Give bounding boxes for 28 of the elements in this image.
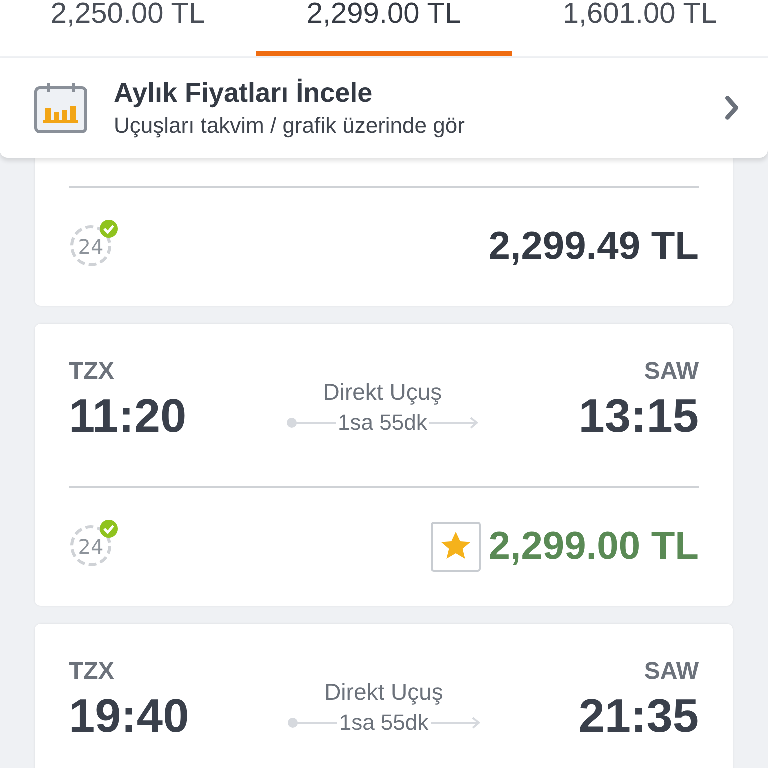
price-tab[interactable]: 1,601.00 TL <box>512 0 768 56</box>
flight-duration: 1sa 55dk <box>339 710 429 736</box>
destination-code: SAW <box>644 358 699 386</box>
flight-type: Direkt Uçuş <box>324 679 444 706</box>
price-tab[interactable]: 2,250.00 TL <box>0 0 256 56</box>
banner-subtitle: Uçuşları takvim / grafik üzerinde gör <box>114 112 466 138</box>
flight-price: 2,299.49 TL <box>488 225 699 269</box>
route-start-line <box>287 717 338 729</box>
arrival-time: 21:35 <box>578 688 699 744</box>
flight-card[interactable]: TZX 11:20 Direkt Uçuş 1sa 55dk SAW 13:15 24 2,299.00 TL <box>35 324 733 606</box>
flight-type: Direkt Uçuş <box>323 379 442 406</box>
departure-time: 11:20 <box>69 388 187 444</box>
arrival-time: 13:15 <box>578 388 699 444</box>
route-start-line <box>286 417 336 429</box>
origin-code: TZX <box>69 358 116 386</box>
route-arrow <box>430 717 481 729</box>
flight-price: 2,299.00 TL <box>488 525 699 569</box>
flight-card[interactable]: TZX 19:40 Direkt Uçuş 1sa 55dk SAW 21:35 <box>35 624 733 768</box>
destination-code: SAW <box>644 658 699 686</box>
flight-card[interactable]: 24 2,299.49 TL <box>35 158 733 306</box>
departure-time: 19:40 <box>69 688 190 744</box>
flight-duration: 1sa 55dk <box>338 410 428 436</box>
monthly-prices-banner[interactable]: Aylık Fiyatları İncele Uçuşları takvim / grafik üzerinde gör <box>0 58 768 158</box>
banner-title: Aylık Fiyatları İncele <box>114 78 374 108</box>
calendar-chart-icon <box>34 82 88 134</box>
route-arrow <box>429 417 480 429</box>
origin-code: TZX <box>69 658 116 686</box>
chevron-right-icon <box>724 95 740 121</box>
